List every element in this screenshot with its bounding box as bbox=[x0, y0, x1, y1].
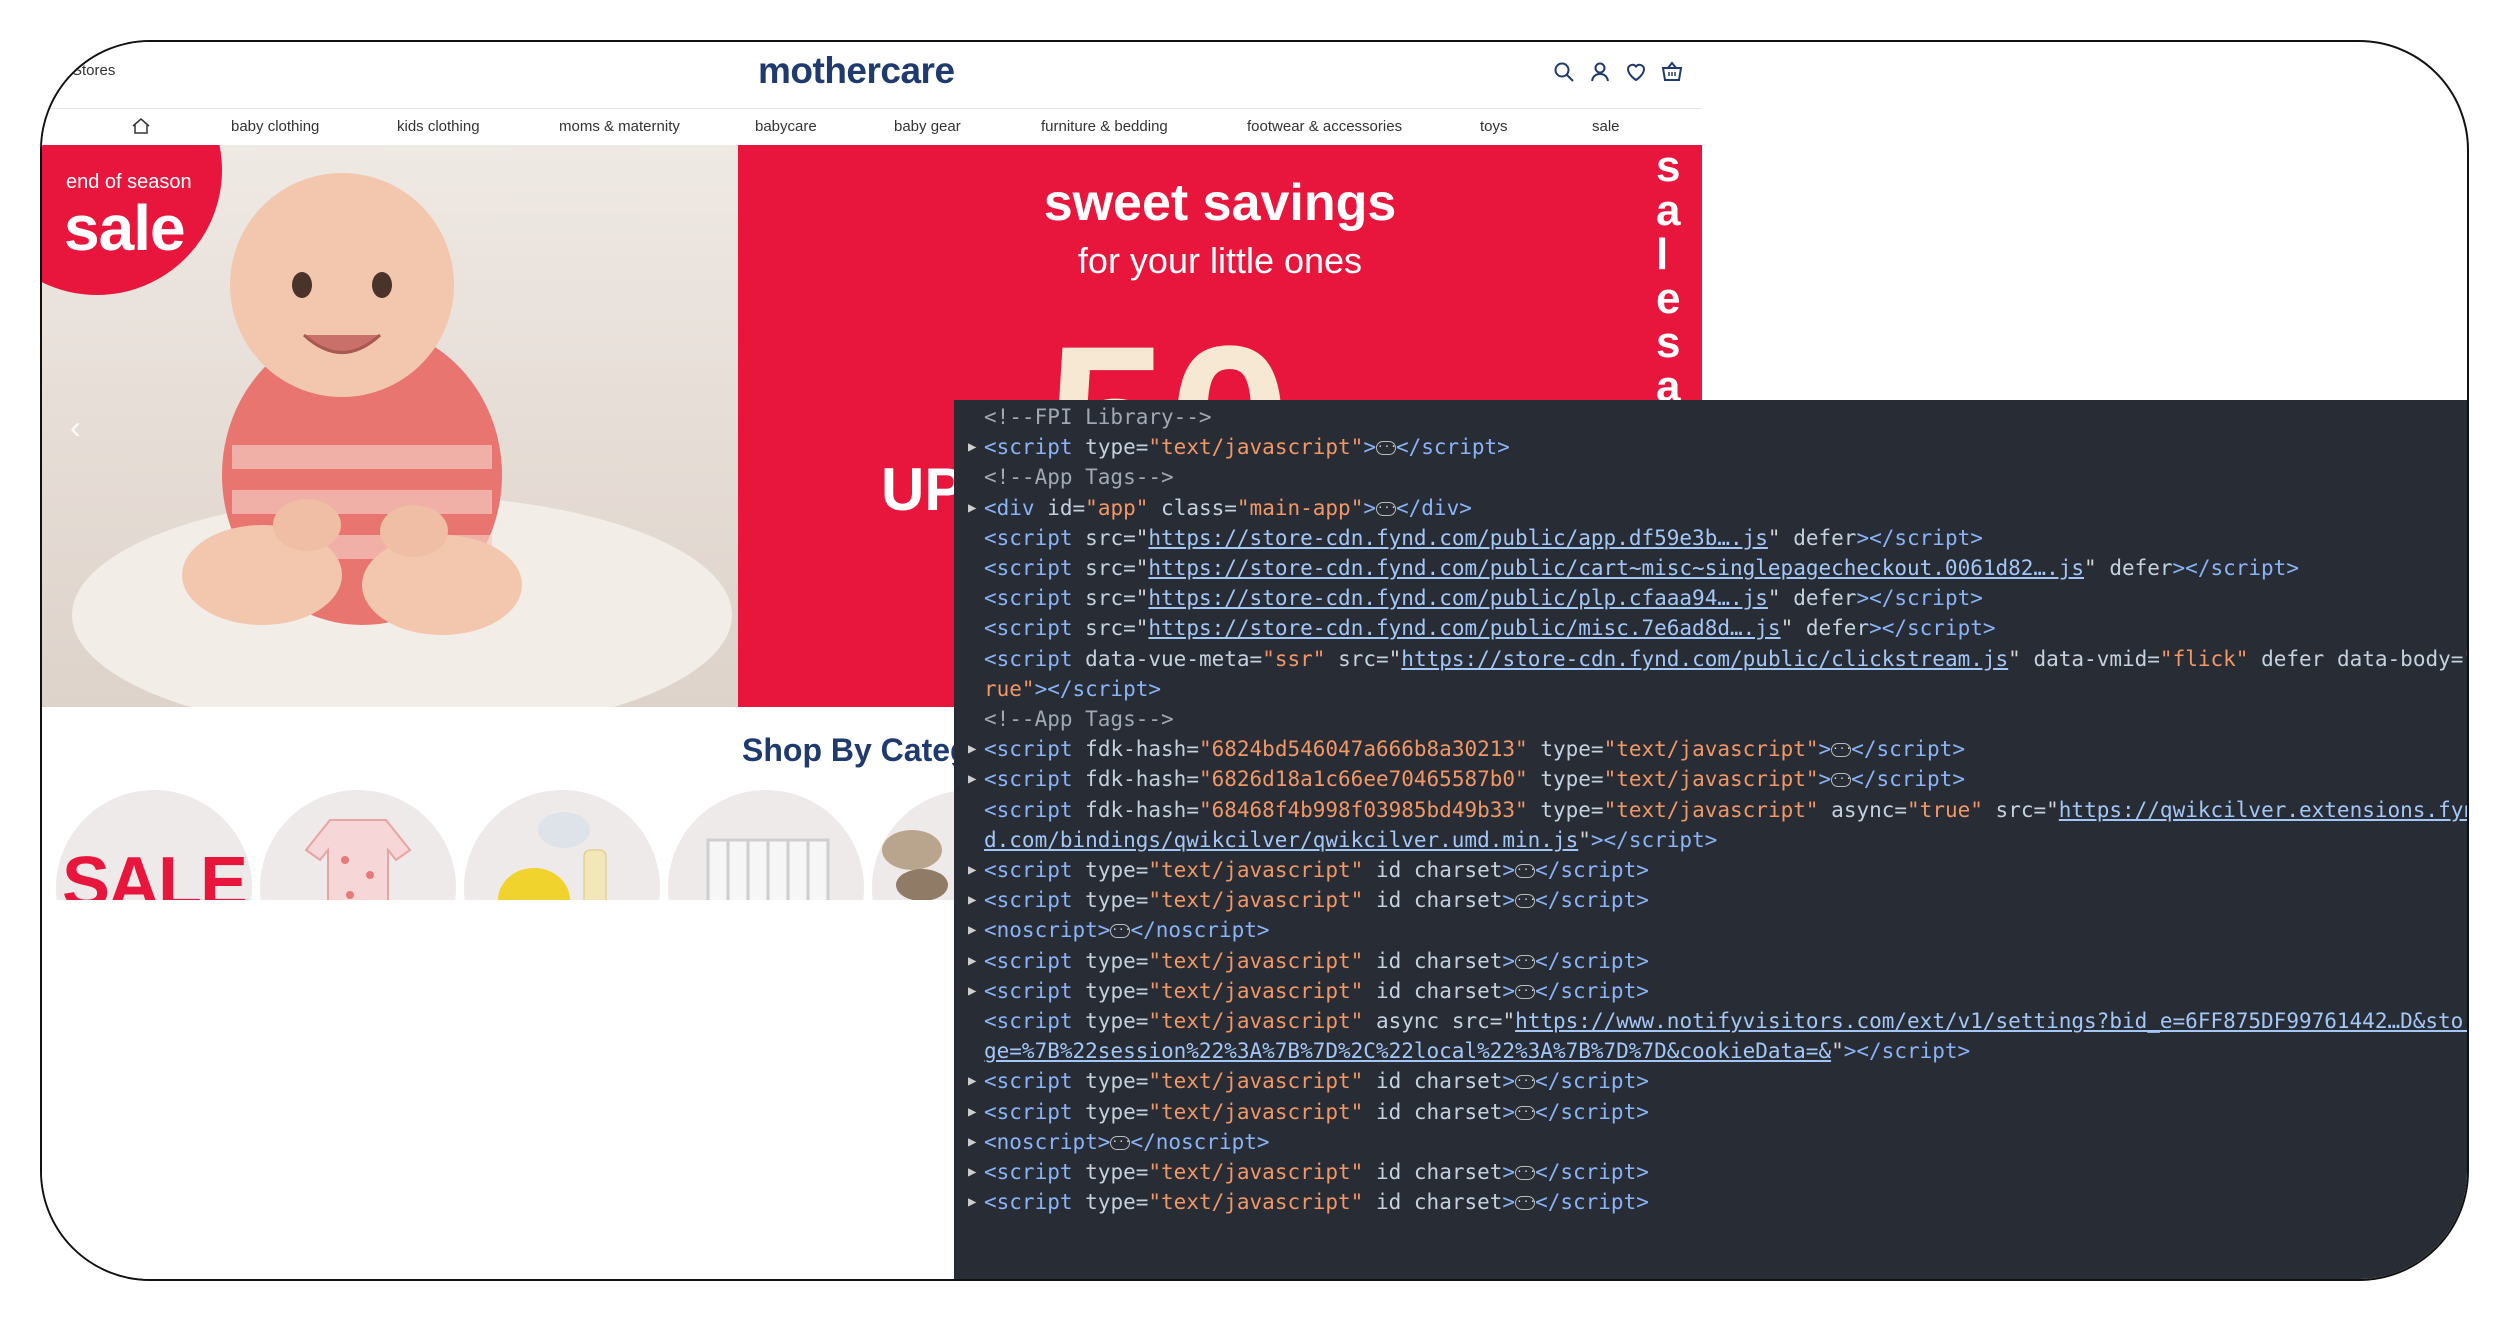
dom-node-markup: <script fdk-hash="68468f4b998f03985bd49b… bbox=[984, 797, 2469, 822]
dom-node-markup: <script type="text/javascript" id charse… bbox=[984, 948, 1649, 973]
expand-triangle-icon[interactable]: ▶ bbox=[968, 1066, 976, 1096]
nav-moms-maternity[interactable]: moms & maternity bbox=[559, 118, 680, 135]
dom-node-markup: <script src="https://store-cdn.fynd.com/… bbox=[984, 556, 2299, 580]
dom-node-markup: <script fdk-hash="6824bd546047a666b8a302… bbox=[984, 737, 1965, 762]
user-icon[interactable] bbox=[1588, 60, 1612, 84]
main-nav: baby clothing kids clothing moms & mater… bbox=[42, 108, 1702, 146]
expand-triangle-icon[interactable]: ▶ bbox=[968, 764, 976, 794]
dom-node-markup: <script type="text/javascript" id charse… bbox=[984, 1099, 1649, 1124]
search-icon[interactable] bbox=[1552, 60, 1576, 84]
dom-node-markup: <script src="https://store-cdn.fynd.com/… bbox=[984, 586, 1983, 611]
expand-triangle-icon[interactable]: ▶ bbox=[968, 915, 976, 945]
sale-tile-text: SALE bbox=[61, 843, 248, 900]
baby-photo: end of season sale ‹ bbox=[42, 145, 738, 707]
promo-upto: UP bbox=[881, 456, 965, 523]
dom-node-markup: <script src="https://store-cdn.fynd.com/… bbox=[984, 525, 1983, 550]
expand-triangle-icon[interactable]: ▶ bbox=[968, 885, 976, 915]
dom-node-markup: d.com/bindings/qwikcilver/qwikcilver.umd… bbox=[984, 827, 1718, 852]
dom-node-markup: <script data-vue-meta="ssr" src="https:/… bbox=[984, 646, 2467, 671]
expand-triangle-icon[interactable]: ▶ bbox=[968, 976, 976, 1006]
deco-letter: s bbox=[1656, 318, 1681, 367]
stores-link[interactable]: Stores bbox=[56, 62, 115, 79]
devtools-elements-panel: <!--FPI Library--> ▶ <script type="text/ja… bbox=[954, 400, 2469, 1279]
deco-letter: s bbox=[1656, 145, 1681, 191]
dom-node-markup: <script fdk-hash="6826d18a1c66ee70465587… bbox=[984, 767, 1965, 792]
dom-node-markup: <script type="text/javascript" id charse… bbox=[984, 1160, 1649, 1184]
dom-node-markup: <!--App Tags--> bbox=[984, 707, 1174, 731]
promo-headline: sweet savings bbox=[1043, 174, 1397, 232]
carousel-prev-icon[interactable]: ‹ bbox=[70, 409, 81, 446]
nav-toys[interactable]: toys bbox=[1480, 118, 1508, 135]
category-babycare[interactable] bbox=[464, 790, 660, 900]
expand-triangle-icon[interactable]: ▶ bbox=[968, 1157, 976, 1187]
badge-big-text: sale bbox=[64, 192, 186, 264]
dom-node-markup: <script src="https://store-cdn.fynd.com/… bbox=[984, 616, 1996, 641]
onesie-icon bbox=[304, 819, 412, 900]
dom-node-markup: <script type="text/javascript">···</scri… bbox=[984, 435, 1510, 460]
cart-icon[interactable] bbox=[1660, 60, 1684, 84]
nav-baby-clothing[interactable]: baby clothing bbox=[231, 118, 319, 135]
shop-by-category-title: Shop By Catego bbox=[742, 732, 990, 768]
nav-baby-gear[interactable]: baby gear bbox=[894, 118, 961, 135]
deco-letter: l bbox=[1656, 230, 1669, 279]
expand-triangle-icon[interactable]: ▶ bbox=[968, 855, 976, 885]
category-sale[interactable]: SALE bbox=[56, 790, 252, 900]
dom-node-markup: rue"></script> bbox=[984, 676, 1162, 701]
deco-letter: a bbox=[1656, 186, 1681, 235]
stores-label: Stores bbox=[72, 62, 116, 79]
dom-node-markup: <script type="text/javascript" id charse… bbox=[984, 888, 1649, 913]
dom-node-markup: <script type="text/javascript" async src… bbox=[984, 1009, 2469, 1033]
expand-triangle-icon[interactable]: ▶ bbox=[968, 946, 976, 976]
dom-node-markup: <script type="text/javascript" id charse… bbox=[984, 858, 1649, 882]
dom-node-markup: <!--FPI Library--> bbox=[984, 405, 1212, 429]
dom-node-markup: <div id="app" class="main-app">···</div> bbox=[984, 495, 1472, 520]
nav-babycare[interactable]: babycare bbox=[755, 118, 817, 135]
location-pin-icon bbox=[56, 62, 68, 79]
dom-node-markup: ge=%7B%22session%22%3A%7B%7D%2C%22local%… bbox=[984, 1039, 1971, 1064]
baby-products-icon bbox=[498, 812, 607, 900]
dom-node-markup: <script type="text/javascript" id charse… bbox=[984, 1069, 1649, 1094]
site-header: Stores mothercare bbox=[42, 42, 1702, 108]
category-furniture[interactable] bbox=[668, 790, 864, 900]
dom-node-markup: <noscript>···</noscript> bbox=[984, 918, 1270, 943]
category-baby-clothing[interactable] bbox=[260, 790, 456, 900]
nav-furniture-bedding[interactable]: furniture & bedding bbox=[1041, 118, 1168, 135]
expand-triangle-icon[interactable]: ▶ bbox=[968, 1187, 976, 1217]
dom-node-markup: <script type="text/javascript" id charse… bbox=[984, 1190, 1649, 1215]
expand-triangle-icon[interactable]: ▶ bbox=[968, 734, 976, 764]
screenshot-frame: Stores mothercare baby clothing kids clo… bbox=[40, 40, 2469, 1281]
dom-node-markup: <!--App Tags--> bbox=[984, 465, 1174, 490]
heart-icon[interactable] bbox=[1624, 60, 1648, 84]
home-icon[interactable] bbox=[131, 117, 151, 135]
expand-triangle-icon[interactable]: ▶ bbox=[968, 1097, 976, 1127]
header-icons bbox=[1552, 60, 1684, 84]
expand-triangle-icon[interactable]: ▶ bbox=[968, 493, 976, 523]
nav-kids-clothing[interactable]: kids clothing bbox=[397, 118, 480, 135]
expand-triangle-icon[interactable]: ▶ bbox=[968, 1127, 976, 1157]
deco-letter: e bbox=[1656, 274, 1681, 323]
crib-icon bbox=[706, 838, 830, 900]
nav-sale[interactable]: sale bbox=[1592, 118, 1620, 135]
site-logo[interactable]: mothercare bbox=[758, 50, 955, 92]
dom-node-markup: <script type="text/javascript" id charse… bbox=[984, 978, 1649, 1003]
dom-node-markup: <noscript>···</noscript> bbox=[984, 1129, 1270, 1154]
expand-triangle-icon[interactable]: ▶ bbox=[968, 432, 976, 462]
promo-subline: for your little ones bbox=[1077, 240, 1363, 281]
nav-footwear-accessories[interactable]: footwear & accessories bbox=[1247, 118, 1402, 135]
